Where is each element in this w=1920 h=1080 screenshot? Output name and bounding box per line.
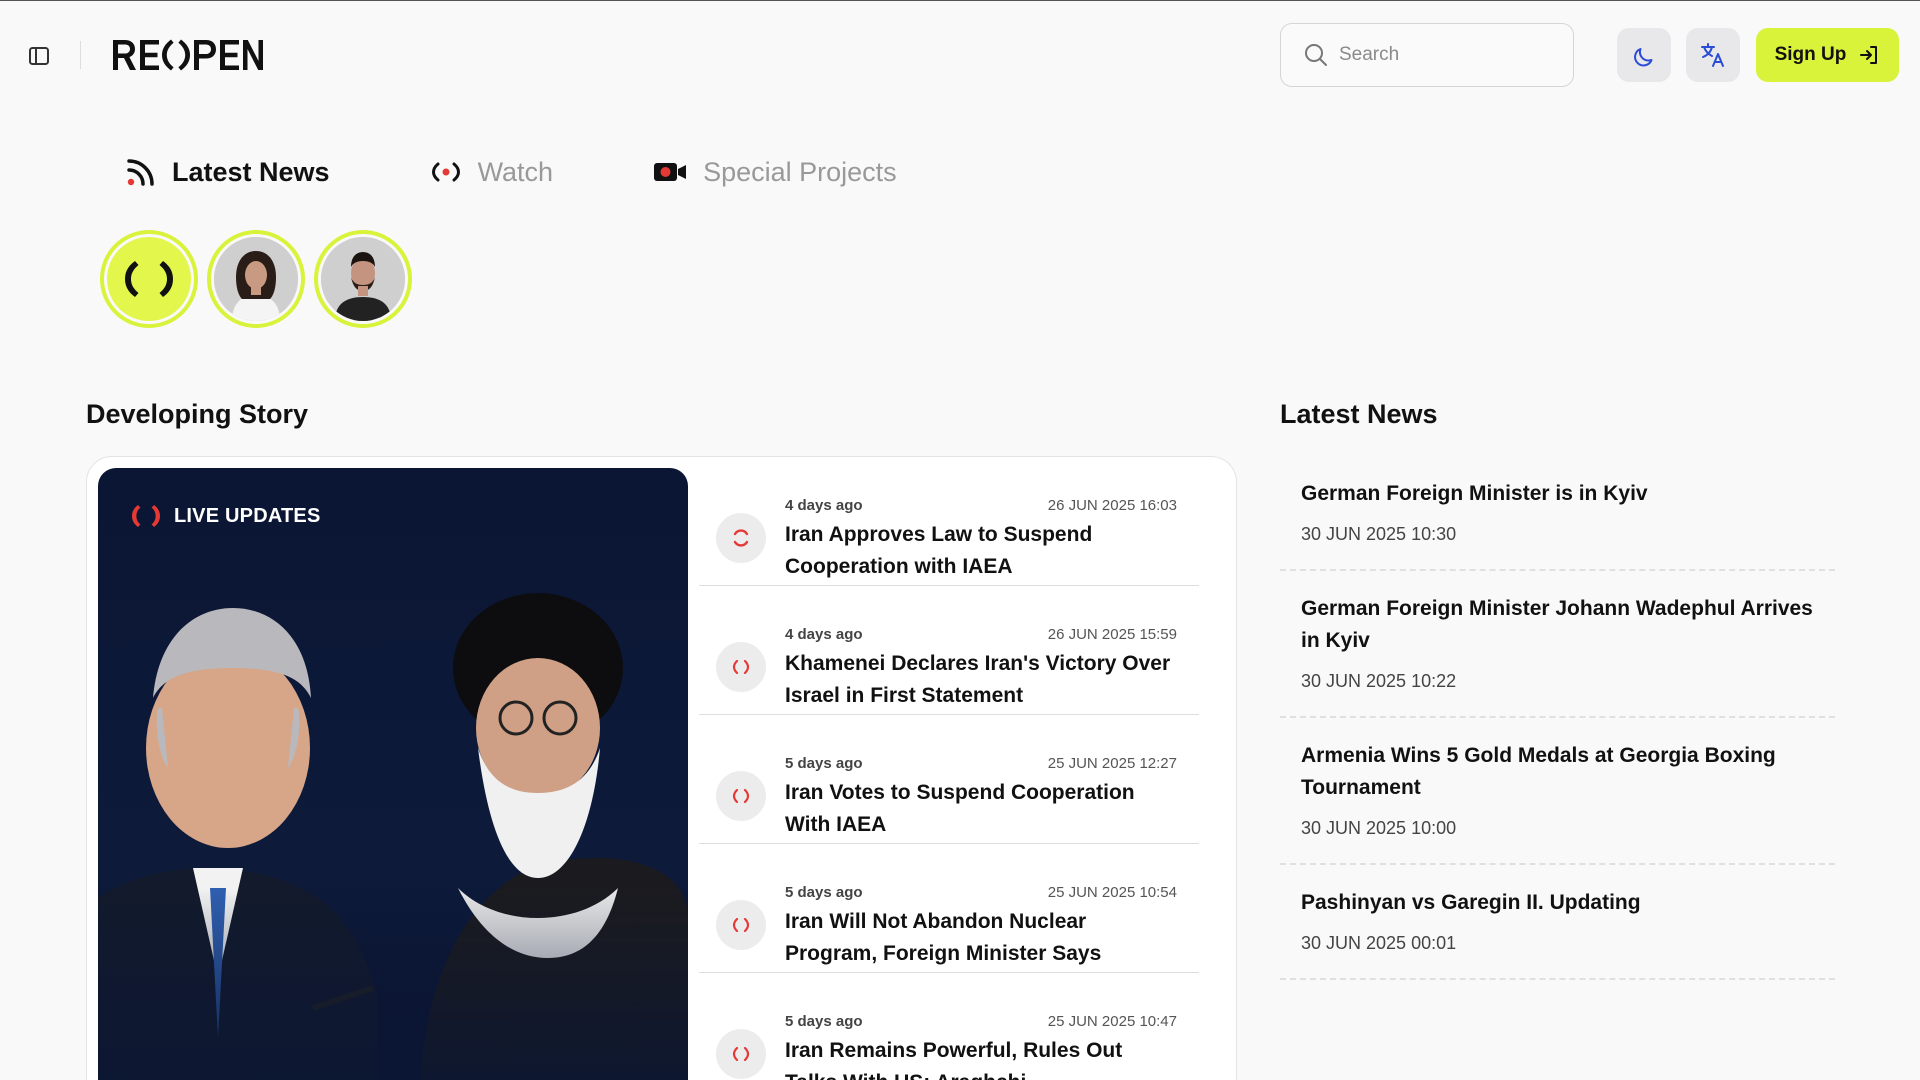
headline: Iran Will Not Abandon Nuclear Program, F… <box>785 910 1102 965</box>
news-title: German Foreign Minister is in Kyiv <box>1301 482 1648 505</box>
story-avatar-man[interactable] <box>314 230 412 328</box>
timestamp: 25 JUN 2025 10:54 <box>1047 884 1177 901</box>
relative-time: 5 days ago <box>785 884 863 901</box>
developing-story-card: LIVE UPDATES 4 days ago 26 JUN 2025 16:0… <box>86 456 1237 1080</box>
headline: Khamenei Declares Iran's Victory Over Is… <box>785 652 1171 707</box>
moon-icon <box>1634 48 1653 67</box>
header: Sign Up <box>0 1 1920 109</box>
headline: Iran Remains Powerful, Rules Out Talks W… <box>785 1039 1123 1080</box>
loading-spinner-icon <box>716 513 766 563</box>
relative-time: 5 days ago <box>785 755 863 772</box>
list-item[interactable]: 5 days ago 25 JUN 2025 10:47 Iran Remain… <box>699 973 1199 1080</box>
live-updates-label: LIVE UPDATES <box>174 504 321 527</box>
relative-time: 4 days ago <box>785 626 863 643</box>
search-box[interactable] <box>1280 23 1574 87</box>
logo[interactable] <box>113 35 263 75</box>
timestamp: 30 JUN 2025 10:22 <box>1301 671 1457 691</box>
tab-latest-news[interactable]: Latest News <box>126 157 330 188</box>
developing-story-title: Developing Story <box>86 399 309 429</box>
latest-news-list: German Foreign Minister is in Kyiv 30 JU… <box>1280 456 1835 980</box>
tab-special-projects[interactable]: Special Projects <box>653 157 897 188</box>
timestamp: 30 JUN 2025 10:00 <box>1301 818 1457 838</box>
news-title: Pashinyan vs Garegin II. Updating <box>1301 891 1641 914</box>
list-item[interactable]: Armenia Wins 5 Gold Medals at Georgia Bo… <box>1280 718 1835 865</box>
list-item[interactable]: 4 days ago 26 JUN 2025 16:03 Iran Approv… <box>699 457 1199 586</box>
tab-watch[interactable]: Watch <box>430 156 554 188</box>
headline: Iran Approves Law to Suspend Cooperation… <box>785 523 1093 578</box>
stories-row <box>100 230 412 328</box>
timestamp: 30 JUN 2025 00:01 <box>1301 933 1457 953</box>
live-brackets-icon <box>716 1029 766 1079</box>
list-item[interactable]: 4 days ago 26 JUN 2025 15:59 Khamenei De… <box>699 586 1199 715</box>
tab-label: Latest News <box>172 156 330 187</box>
avatar <box>214 237 298 321</box>
list-item[interactable]: German Foreign Minister is in Kyiv 30 JU… <box>1280 456 1835 571</box>
timestamp: 25 JUN 2025 12:27 <box>1047 755 1177 772</box>
theme-toggle-button[interactable] <box>1617 28 1671 82</box>
story-avatar-woman[interactable] <box>207 230 305 328</box>
live-broadcast-icon <box>430 160 462 184</box>
live-brackets-icon <box>716 642 766 692</box>
category-tabs: Latest News Watch Special Projects <box>126 149 997 195</box>
signup-label: Sign Up <box>1774 44 1847 65</box>
video-camera-icon <box>653 160 687 184</box>
list-item[interactable]: 5 days ago 25 JUN 2025 10:54 Iran Will N… <box>699 844 1199 973</box>
live-badge: LIVE UPDATES <box>130 504 321 528</box>
news-title: Armenia Wins 5 Gold Medals at Georgia Bo… <box>1301 744 1776 799</box>
rss-icon <box>126 157 156 187</box>
list-item[interactable]: German Foreign Minister Johann Wadephul … <box>1280 571 1835 718</box>
live-brackets-icon <box>716 900 766 950</box>
brand-brackets-icon <box>125 261 173 297</box>
signup-button[interactable]: Sign Up <box>1756 28 1899 82</box>
header-divider <box>80 41 81 69</box>
headline: Iran Votes to Suspend Cooperation With I… <box>785 781 1135 836</box>
sign-in-icon <box>1860 46 1878 64</box>
hero-image[interactable]: LIVE UPDATES <box>98 468 688 1080</box>
search-input[interactable] <box>1339 44 1539 66</box>
timestamp: 26 JUN 2025 15:59 <box>1047 626 1177 643</box>
tab-label: Special Projects <box>703 156 897 187</box>
story-brand[interactable] <box>100 230 198 328</box>
hero-illustration <box>98 593 688 1080</box>
news-title: German Foreign Minister Johann Wadephul … <box>1301 597 1813 652</box>
sidebar-toggle-icon[interactable] <box>28 45 50 67</box>
search-icon <box>1305 44 1327 66</box>
live-brackets-icon <box>132 505 160 527</box>
list-item[interactable]: Pashinyan vs Garegin II. Updating 30 JUN… <box>1280 865 1835 980</box>
tab-label: Watch <box>477 156 554 187</box>
relative-time: 4 days ago <box>785 497 863 514</box>
relative-time: 5 days ago <box>785 1013 863 1030</box>
timestamp: 26 JUN 2025 16:03 <box>1047 497 1177 514</box>
translate-icon <box>1701 43 1724 67</box>
list-item[interactable]: 5 days ago 25 JUN 2025 12:27 Iran Votes … <box>699 715 1199 844</box>
live-brackets-icon <box>716 771 766 821</box>
latest-news-title: Latest News <box>1280 399 1438 429</box>
timestamp: 30 JUN 2025 10:30 <box>1301 524 1457 544</box>
timestamp: 25 JUN 2025 10:47 <box>1047 1013 1177 1030</box>
developing-story-list: 4 days ago 26 JUN 2025 16:03 Iran Approv… <box>699 457 1199 1080</box>
language-button[interactable] <box>1686 28 1740 82</box>
avatar <box>321 237 405 321</box>
